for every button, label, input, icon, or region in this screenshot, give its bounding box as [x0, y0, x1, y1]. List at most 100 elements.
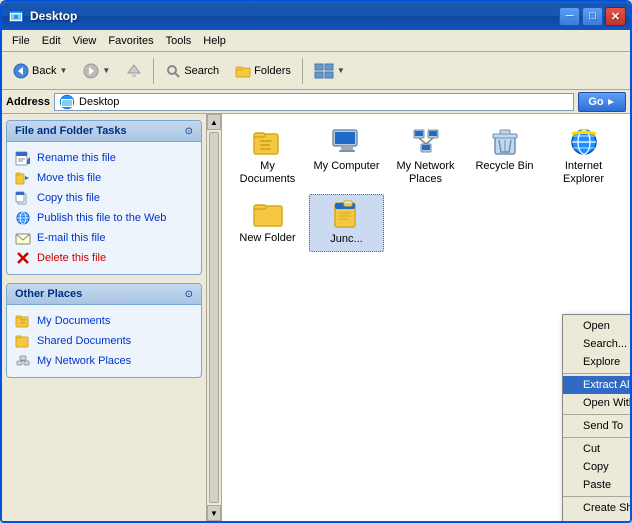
- icon-ie[interactable]: InternetExplorer: [546, 122, 621, 190]
- ctx-explore[interactable]: Explore: [563, 353, 630, 371]
- network-label: My Network Places: [392, 160, 459, 186]
- back-button[interactable]: Back ▼: [6, 56, 74, 86]
- address-value: Desktop: [79, 96, 119, 108]
- place-mydocs[interactable]: My Documents: [15, 311, 193, 331]
- recycle-img: [489, 126, 521, 158]
- icon-network[interactable]: My Network Places: [388, 122, 463, 190]
- up-button[interactable]: [119, 56, 149, 86]
- task-rename[interactable]: Rename this file: [15, 148, 193, 168]
- icon-mycomputer[interactable]: My Computer: [309, 122, 384, 190]
- right-content: My Documents My Computer: [222, 114, 630, 521]
- mydocs-icon: [15, 313, 31, 329]
- task-email[interactable]: E-mail this file: [15, 228, 193, 248]
- task-copy[interactable]: Copy this file: [15, 188, 193, 208]
- ctx-delete[interactable]: Delete: [563, 517, 630, 521]
- ctx-openwith[interactable]: Open With...: [563, 394, 630, 412]
- tasks-collapse-icon: ⊙: [185, 126, 193, 137]
- tasks-header[interactable]: File and Folder Tasks ⊙: [7, 121, 201, 142]
- task-publish[interactable]: Publish this file to the Web: [15, 208, 193, 228]
- scroll-thumb[interactable]: [209, 132, 219, 503]
- ctx-sendto[interactable]: Send To: [563, 417, 630, 435]
- menu-help[interactable]: Help: [197, 33, 232, 49]
- task-move[interactable]: Move this file: [15, 168, 193, 188]
- place-shared-label: Shared Documents: [37, 335, 131, 347]
- place-network[interactable]: My Network Places: [15, 351, 193, 371]
- folders-icon: [235, 63, 251, 79]
- scroll-down[interactable]: ▼: [207, 505, 221, 521]
- icon-newfolder[interactable]: New Folder: [230, 194, 305, 251]
- newfolder-label: New Folder: [239, 232, 295, 245]
- main-area: File and Folder Tasks ⊙: [2, 114, 630, 521]
- places-collapse-icon: ⊙: [185, 289, 193, 300]
- rename-icon: [15, 150, 31, 166]
- menu-edit[interactable]: Edit: [36, 33, 67, 49]
- places-section: Other Places ⊙: [6, 283, 202, 378]
- places-header[interactable]: Other Places ⊙: [7, 284, 201, 305]
- left-panel-wrapper: File and Folder Tasks ⊙: [2, 114, 222, 521]
- up-icon: [126, 63, 142, 79]
- ie-img: [568, 126, 600, 158]
- left-panel: File and Folder Tasks ⊙: [2, 114, 206, 521]
- close-button[interactable]: ✕: [605, 7, 626, 26]
- ctx-open[interactable]: Open: [563, 317, 630, 335]
- places-header-text: Other Places: [15, 288, 82, 300]
- copy-icon: [15, 190, 31, 206]
- delete-icon: [15, 250, 31, 266]
- place-network-label: My Network Places: [37, 355, 131, 367]
- window-title: Desktop: [30, 9, 559, 23]
- address-icon: [59, 94, 75, 110]
- move-icon: [15, 170, 31, 186]
- forward-icon: [83, 63, 99, 79]
- junc-img: [331, 199, 363, 231]
- scroll-up[interactable]: ▲: [207, 114, 221, 130]
- view-button[interactable]: ▼: [307, 56, 352, 86]
- ctx-paste[interactable]: Paste: [563, 476, 630, 494]
- ctx-cut[interactable]: Cut: [563, 440, 630, 458]
- toolbar-separator-2: [302, 58, 303, 84]
- back-arrow: ▼: [59, 66, 67, 75]
- icon-junc[interactable]: Junc...: [309, 194, 384, 251]
- search-label: Search: [184, 65, 219, 77]
- ctx-sep-3: [563, 437, 630, 438]
- go-button[interactable]: Go: [578, 92, 626, 112]
- maximize-button[interactable]: □: [582, 7, 603, 26]
- minimize-button[interactable]: ─: [559, 7, 580, 26]
- places-body: My Documents Shared Documents: [7, 305, 201, 377]
- back-label: Back: [32, 65, 56, 77]
- menu-tools[interactable]: Tools: [160, 33, 198, 49]
- move-label: Move this file: [37, 172, 101, 184]
- ctx-copy[interactable]: Copy: [563, 458, 630, 476]
- mydocuments-img: [252, 126, 284, 158]
- view-arrow: ▼: [337, 66, 345, 75]
- ie-label: InternetExplorer: [563, 160, 604, 186]
- tasks-section: File and Folder Tasks ⊙: [6, 120, 202, 275]
- icon-mydocuments[interactable]: My Documents: [230, 122, 305, 190]
- go-arrow-icon: [606, 97, 616, 107]
- forward-arrow: ▼: [102, 66, 110, 75]
- ctx-extract[interactable]: Extract All...: [563, 376, 630, 394]
- search-button[interactable]: Search: [158, 56, 226, 86]
- main-window: Desktop ─ □ ✕ File Edit View Favorites T…: [0, 0, 632, 523]
- place-shared[interactable]: Shared Documents: [15, 331, 193, 351]
- mycomputer-label: My Computer: [313, 160, 379, 173]
- left-scrollbar[interactable]: ▲ ▼: [206, 114, 221, 521]
- titlebar-buttons: ─ □ ✕: [559, 7, 626, 26]
- address-label: Address: [6, 96, 50, 108]
- mycomputer-img: [331, 126, 363, 158]
- task-delete[interactable]: Delete this file: [15, 248, 193, 268]
- folders-button[interactable]: Folders: [228, 56, 298, 86]
- publish-label: Publish this file to the Web: [37, 212, 166, 224]
- ctx-createshortcut[interactable]: Create Shortcut: [563, 499, 630, 517]
- address-input[interactable]: Desktop: [54, 93, 574, 111]
- icon-recycle[interactable]: Recycle Bin: [467, 122, 542, 190]
- email-label: E-mail this file: [37, 232, 105, 244]
- copy-label: Copy this file: [37, 192, 100, 204]
- menu-file[interactable]: File: [6, 33, 36, 49]
- ctx-search[interactable]: Search...: [563, 335, 630, 353]
- forward-button[interactable]: ▼: [76, 56, 117, 86]
- menu-favorites[interactable]: Favorites: [102, 33, 159, 49]
- ctx-sep-1: [563, 373, 630, 374]
- context-menu: Open Search... Explore Extract All... Op…: [562, 314, 630, 521]
- back-icon: [13, 63, 29, 79]
- menu-view[interactable]: View: [67, 33, 103, 49]
